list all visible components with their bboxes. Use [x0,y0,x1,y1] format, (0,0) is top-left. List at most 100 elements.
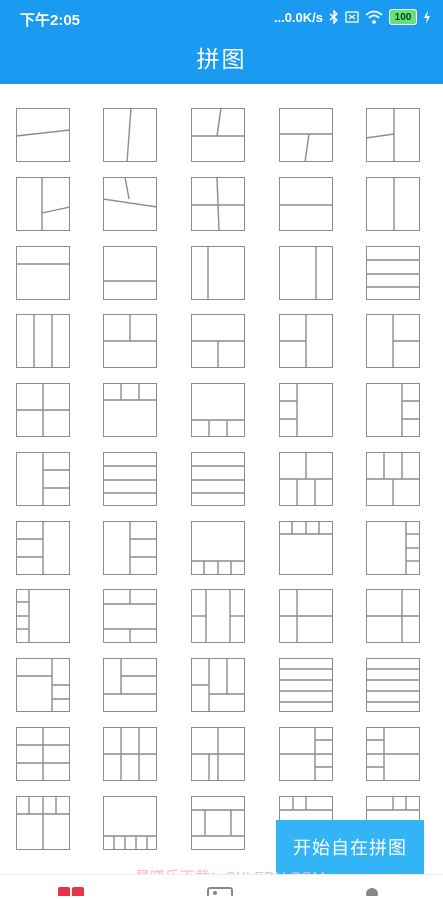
puzzle-icon[interactable] [58,881,86,900]
profile-icon[interactable] [362,881,382,900]
layout-preview [16,658,70,712]
layout-template-40[interactable] [366,589,420,643]
sim-icon [345,11,359,23]
layout-preview [103,465,157,494]
layout-template-20[interactable] [366,314,420,368]
layout-template-12[interactable] [103,246,157,300]
start-puzzle-button[interactable]: 开始自在拼图 [276,820,424,874]
layout-template-2[interactable] [103,107,157,163]
layout-preview [191,658,245,712]
layout-preview [279,204,333,206]
layout-preview [366,589,420,643]
layout-template-21[interactable] [16,383,70,437]
layout-template-33[interactable] [191,521,245,575]
layout-preview [126,107,132,163]
layout-template-52[interactable] [103,796,157,850]
layout-preview [191,809,245,837]
bottom-nav [0,874,443,900]
layout-template-23[interactable] [191,383,245,437]
divider-line [15,129,71,137]
layout-grid [0,84,443,874]
layout-template-16[interactable] [16,314,70,368]
layout-template-8[interactable] [191,176,245,232]
layout-template-14[interactable] [279,246,333,300]
layout-template-47[interactable] [103,727,157,781]
layout-preview [279,383,298,437]
layout-template-11[interactable] [16,246,70,300]
layout-preview [279,668,333,703]
layout-preview [315,246,317,300]
layout-preview [103,314,157,342]
layout-template-35[interactable] [366,521,420,575]
layout-template-38[interactable] [191,589,245,643]
layout-template-3[interactable] [191,107,245,162]
layout-preview [191,465,245,494]
layout-template-41[interactable] [16,658,70,712]
layout-template-34[interactable] [279,521,333,575]
layout-preview [103,280,157,282]
layout-preview [279,589,333,643]
layout-preview [279,727,333,781]
layout-template-9[interactable] [279,177,333,231]
layout-template-15[interactable] [366,246,420,300]
layout-template-36[interactable] [16,589,70,643]
layout-template-42[interactable] [103,658,157,712]
layout-preview [279,314,307,368]
layout-preview [103,835,157,850]
layout-template-31[interactable] [16,521,70,575]
layout-preview [16,589,30,643]
layout-preview [401,383,420,437]
layout-template-45[interactable] [366,658,420,712]
layout-template-22[interactable] [103,383,157,437]
status-time: 下午2:05 [20,12,81,29]
layout-preview [366,452,420,506]
layout-template-13[interactable] [191,246,245,300]
layout-template-24[interactable] [279,383,333,437]
layout-template-43[interactable] [191,658,245,712]
layout-template-29[interactable] [279,452,333,506]
layout-template-30[interactable] [366,452,420,506]
layout-preview [393,177,395,231]
layout-preview [191,727,245,781]
layout-template-10[interactable] [366,177,420,231]
layout-template-51[interactable] [16,796,70,850]
layout-template-49[interactable] [279,727,333,781]
layout-preview [129,521,157,575]
layout-preview [405,521,420,575]
layout-preview [365,108,395,162]
layout-template-7[interactable] [102,176,158,231]
layout-template-53[interactable] [191,796,245,850]
divider-line [216,176,220,232]
bluetooth-icon [329,10,339,24]
layout-template-4[interactable] [279,108,333,163]
wifi-icon [365,10,383,24]
layout-template-25[interactable] [366,383,420,437]
layout-preview [33,314,53,368]
layout-template-44[interactable] [279,658,333,712]
layout-template-27[interactable] [103,452,157,506]
layout-template-6[interactable] [16,177,71,231]
layout-preview [191,176,245,232]
layout-template-50[interactable] [366,727,420,781]
status-bar: 下午2:05 ...0.0K/s 100 [0,0,443,34]
layout-template-17[interactable] [103,314,157,368]
layout-template-5[interactable] [365,108,420,162]
image-icon[interactable] [206,881,234,900]
layout-template-46[interactable] [16,727,70,781]
layout-template-32[interactable] [103,521,157,575]
layout-preview [15,129,71,137]
layout-template-19[interactable] [279,314,333,368]
layout-preview [392,314,420,368]
layout-template-18[interactable] [191,314,245,368]
layout-template-28[interactable] [191,452,245,506]
layout-template-48[interactable] [191,727,245,781]
status-icons: ...0.0K/s 100 [274,9,431,25]
layout-preview [191,107,245,137]
battery-icon: 100 [389,9,417,25]
layout-template-26[interactable] [16,452,70,506]
layout-template-39[interactable] [279,589,333,643]
layout-template-37[interactable] [103,589,157,643]
layout-preview [191,419,245,437]
layout-template-1[interactable] [15,108,71,162]
layout-preview [16,263,70,265]
